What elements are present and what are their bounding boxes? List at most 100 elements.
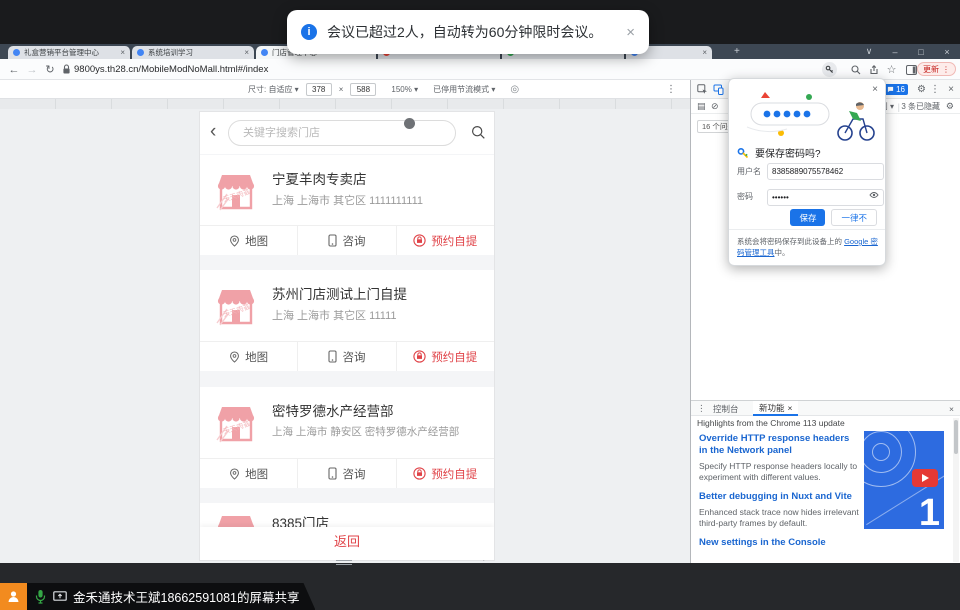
store-icon: [213, 509, 259, 527]
tab-close-icon[interactable]: ×: [120, 48, 125, 57]
zoom-dropdown[interactable]: 150% ▾: [391, 85, 418, 94]
console-settings-icon[interactable]: ⚙: [946, 99, 954, 114]
new-tab-button[interactable]: +: [734, 46, 740, 57]
store-search-input[interactable]: [228, 120, 456, 146]
tab-training[interactable]: 系统培训学习 ×: [132, 46, 254, 59]
tab-favicon: [13, 49, 20, 56]
map-button[interactable]: 地图: [200, 226, 297, 255]
map-button[interactable]: 地图: [200, 342, 297, 371]
store-name: 密特罗德水产经营部: [272, 400, 394, 420]
whats-new-thumbnail[interactable]: 1: [864, 431, 944, 529]
device-width-ruler[interactable]: [0, 99, 690, 109]
back-icon[interactable]: ←: [6, 59, 22, 80]
tab-close-icon[interactable]: ×: [702, 48, 707, 57]
article-link[interactable]: Better debugging in Nuxt and Vite: [699, 491, 859, 503]
devtools-kebab-icon[interactable]: ⋮: [930, 80, 940, 99]
store-card[interactable]: 天天肉荟 宁夏羊肉专卖店 上海 上海市 其它区 1111111111 地图 咨询…: [200, 155, 494, 255]
kebab-icon: ⋮: [942, 65, 950, 74]
tab-close-icon[interactable]: ×: [244, 48, 249, 57]
rotate-icon[interactable]: ◎: [510, 84, 519, 95]
store-icon: 天天肉荟: [213, 283, 259, 329]
viewport-width-input[interactable]: [306, 83, 332, 96]
tab-whats-new[interactable]: 新功能 ×: [753, 401, 798, 416]
store-name: 苏州门店测试上门自提: [272, 283, 407, 303]
password-row: 密码: [737, 187, 884, 206]
store-actions: 地图 咨询 预约自提: [200, 225, 494, 255]
reveal-password-eye-icon[interactable]: [869, 191, 879, 199]
maximize-button[interactable]: □: [910, 44, 932, 59]
device-toolbar-toggle-icon[interactable]: [713, 80, 724, 99]
bookmark-star-icon[interactable]: ☆: [884, 62, 899, 77]
screen-share-text: 金禾通技术王斌18662591081的屏幕共享: [73, 587, 299, 606]
padlock-icon[interactable]: [59, 62, 74, 77]
inspect-element-icon[interactable]: [697, 80, 708, 99]
console-clear-icon[interactable]: ⊘: [711, 99, 719, 114]
meeting-toast-banner: i 会议已超过2人，自动转为60分钟限时会议。 ×: [287, 10, 649, 54]
consult-button[interactable]: 咨询: [297, 342, 395, 371]
password-field[interactable]: [767, 189, 884, 206]
mobile-store-page: ‹ 天天肉荟 宁夏羊肉专卖店 上海 上海市 其它区 1111111111 地: [200, 112, 494, 560]
throttle-dropdown[interactable]: 已停用节流模式 ▾: [433, 84, 495, 95]
url-text[interactable]: 9800ys.th28.cn/MobileModNoMall.html#/ind…: [74, 59, 268, 80]
store-card-partial[interactable]: 8385门店: [200, 503, 494, 527]
chrome-update-button[interactable]: 更新 ⋮: [917, 62, 956, 76]
forward-icon[interactable]: →: [24, 59, 40, 80]
search-icon[interactable]: [471, 125, 486, 145]
username-row: 用户名: [737, 163, 884, 180]
pickup-button[interactable]: 预约自提: [396, 226, 494, 255]
reload-icon[interactable]: ↻: [42, 59, 58, 80]
map-button[interactable]: 地图: [200, 459, 297, 488]
minimize-button[interactable]: –: [884, 44, 906, 59]
drawer-tab-bar: ⋮ 控制台 新功能 × ×: [691, 401, 960, 416]
console-frame-icon[interactable]: ▤: [697, 99, 706, 114]
viewport-drag-handle[interactable]: [336, 560, 352, 565]
consult-button[interactable]: 咨询: [297, 226, 395, 255]
consult-button[interactable]: 咨询: [297, 459, 395, 488]
pickup-icon: [413, 467, 426, 480]
article-link[interactable]: New settings in the Console: [699, 537, 859, 549]
toolbar-divider: |: [898, 99, 900, 114]
username-label: 用户名: [737, 166, 761, 177]
viewport-height-input[interactable]: [350, 83, 376, 96]
username-field[interactable]: [767, 163, 884, 180]
save-password-button[interactable]: 保存: [790, 209, 825, 226]
size-separator: ×: [339, 85, 344, 94]
address-toolbar: ← → ↻ 9800ys.th28.cn/MobileModNoMall.htm…: [0, 59, 960, 80]
never-save-button[interactable]: 一律不: [831, 209, 877, 226]
pickup-button[interactable]: 预约自提: [396, 459, 494, 488]
password-label: 密码: [737, 191, 761, 202]
info-icon: i: [301, 24, 317, 40]
save-password-dialog: × 要保存密码吗? 用户名 密码 保存: [728, 78, 886, 266]
hidden-messages-label[interactable]: 3 条已隐藏: [901, 99, 940, 114]
phone-icon: [328, 234, 337, 247]
drawer-close-icon[interactable]: ×: [943, 401, 960, 416]
tab-search-icon[interactable]: ∨: [858, 44, 880, 59]
tab-console[interactable]: 控制台: [707, 401, 745, 416]
device-size-dropdown[interactable]: 尺寸: 自适应 ▾: [248, 84, 299, 95]
back-chevron-icon[interactable]: ‹: [210, 120, 216, 144]
store-card[interactable]: 天天肉荟 密特罗德水产经营部 上海 上海市 静安区 密特罗德水产经营部 地图 咨…: [200, 387, 494, 488]
password-key-icon[interactable]: [822, 62, 837, 77]
devtools-settings-icon[interactable]: ⚙: [917, 80, 926, 99]
console-messages-badge[interactable]: 16: [884, 84, 908, 95]
zoom-icon[interactable]: [848, 62, 863, 77]
store-actions: 地图 咨询 预约自提: [200, 341, 494, 371]
tab-gift-admin[interactable]: 礼盒营销平台管理中心 ×: [8, 46, 130, 59]
share-icon[interactable]: [866, 62, 881, 77]
toast-close-icon[interactable]: ×: [626, 24, 635, 41]
remote-cursor-dot: [404, 118, 415, 129]
store-name: 宁夏羊肉专卖店: [272, 168, 367, 188]
pickup-button[interactable]: 预约自提: [396, 342, 494, 371]
presenter-avatar-icon: [0, 583, 27, 610]
devtools-close-icon[interactable]: ×: [948, 80, 954, 99]
window-close-button[interactable]: ×: [936, 44, 958, 59]
youtube-play-icon[interactable]: [912, 469, 938, 487]
device-toolbar-kebab-icon[interactable]: ⋮: [666, 84, 676, 95]
pickup-icon: [413, 350, 426, 363]
back-button[interactable]: 返回: [200, 527, 494, 553]
tab-close-icon[interactable]: ×: [788, 403, 793, 413]
tab-favicon: [137, 49, 144, 56]
drawer-scrollbar[interactable]: [953, 418, 959, 562]
article-link[interactable]: Override HTTP response headers in the Ne…: [699, 433, 859, 457]
store-card[interactable]: 天天肉荟 苏州门店测试上门自提 上海 上海市 其它区 11111 地图 咨询 预…: [200, 270, 494, 371]
